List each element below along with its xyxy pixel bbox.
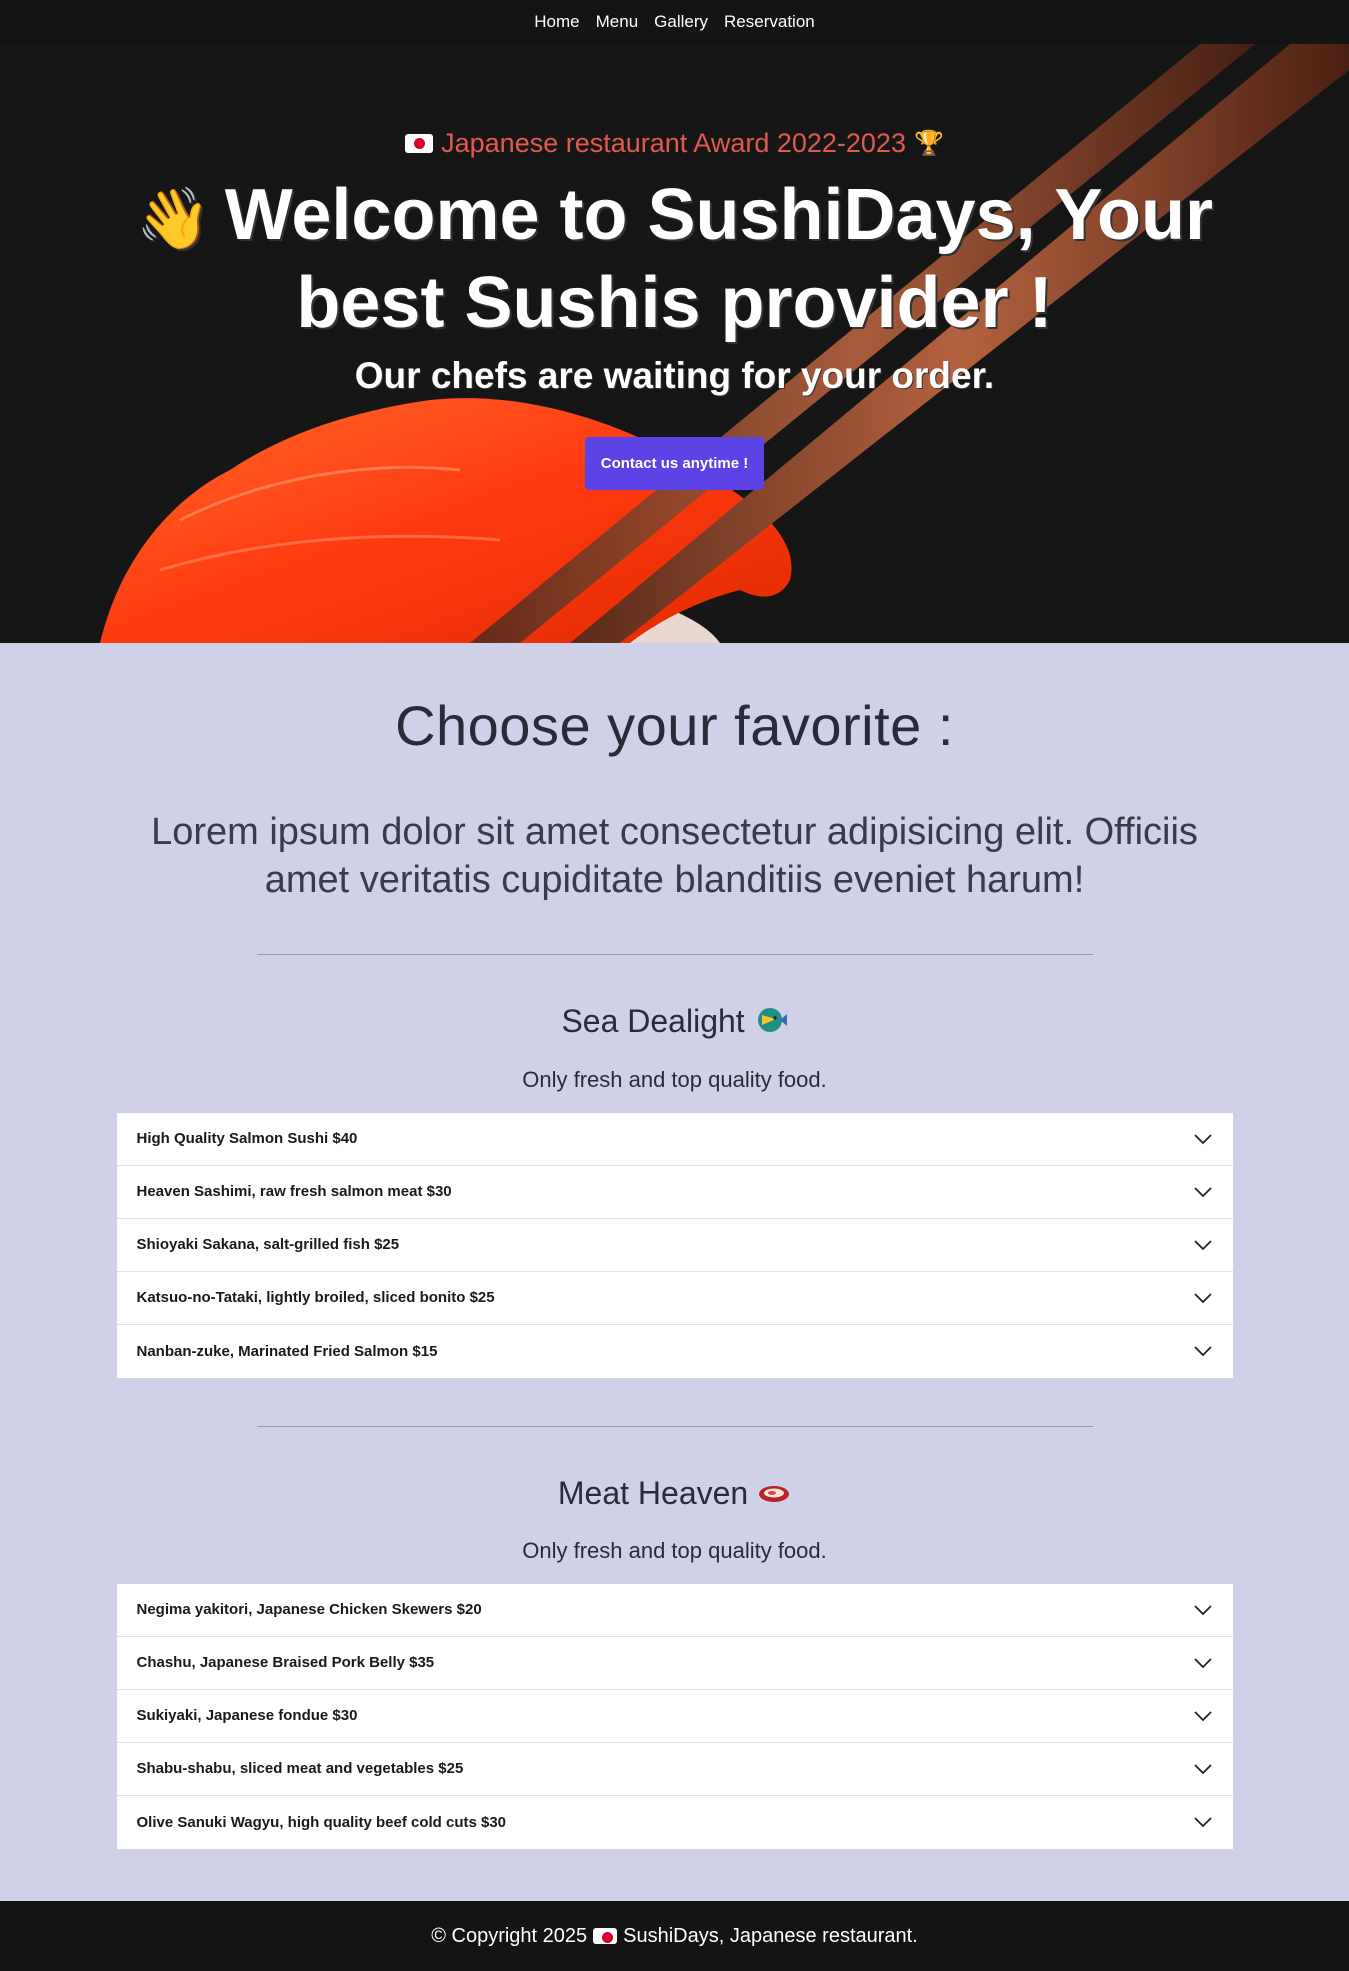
accordion-item[interactable]: Katsuo-no-Tataki, lightly broiled, slice… xyxy=(116,1272,1233,1325)
waving-hand-icon: 👋 xyxy=(136,185,211,252)
top-nav: Home Menu Gallery Reservation xyxy=(0,0,1349,44)
chevron-down-icon xyxy=(1193,1817,1212,1828)
accordion-item[interactable]: Shioyaki Sakana, salt-grilled fish $25 xyxy=(116,1219,1233,1272)
award-text: Japanese restaurant Award 2022-2023 xyxy=(441,128,906,158)
japan-flag-icon xyxy=(593,1928,618,1944)
headline-line-1: Welcome to SushiDays, Your xyxy=(224,175,1213,255)
hero-headline: 👋 Welcome to SushiDays, Your best Sushis … xyxy=(0,173,1349,345)
award-line: Japanese restaurant Award 2022-2023 🏆 xyxy=(0,128,1349,159)
divider xyxy=(256,954,1093,955)
section-subtitle-meat: Only fresh and top quality food. xyxy=(522,1537,827,1563)
accordion-meat: Negima yakitori, Japanese Chicken Skewer… xyxy=(116,1583,1233,1849)
copyright-text: © Copyright 2025 xyxy=(431,1924,588,1947)
chevron-down-icon xyxy=(1193,1604,1212,1615)
accordion-item[interactable]: Olive Sanuki Wagyu, high quality beef co… xyxy=(117,1796,1233,1849)
accordion-item[interactable]: Chashu, Japanese Braised Pork Belly $35 xyxy=(116,1637,1233,1690)
nav-reservation-link[interactable]: Reservation xyxy=(724,12,815,32)
chevron-down-icon xyxy=(1193,1346,1212,1357)
chevron-down-icon xyxy=(1193,1186,1212,1197)
hero-subhead: Our chefs are waiting for your order. xyxy=(354,355,995,396)
footer: © Copyright 2025 SushiDays, Japanese res… xyxy=(0,1901,1349,1971)
japan-flag-icon xyxy=(405,134,434,153)
chevron-down-icon xyxy=(1193,1239,1212,1250)
chevron-down-icon xyxy=(1193,1133,1212,1144)
choose-title: Choose your favorite : xyxy=(395,694,954,757)
fish-icon xyxy=(754,1005,788,1043)
nav-menu-link[interactable]: Menu xyxy=(596,12,639,32)
nav-home-link[interactable]: Home xyxy=(534,12,579,32)
contact-button[interactable]: Contact us anytime ! xyxy=(584,437,765,490)
headline-line-2: best Sushis provider ! xyxy=(296,263,1053,343)
meat-icon xyxy=(757,1477,791,1514)
chevron-down-icon xyxy=(1193,1763,1212,1774)
trophy-icon: 🏆 xyxy=(913,130,944,157)
chevron-down-icon xyxy=(1193,1292,1212,1303)
menu-main: Choose your favorite : Lorem ipsum dolor… xyxy=(0,643,1349,1849)
accordion-sea: High Quality Salmon Sushi $40 Heaven Sas… xyxy=(116,1112,1233,1378)
chevron-down-icon xyxy=(1193,1657,1212,1668)
section-title-sea: Sea Dealight xyxy=(0,1003,1349,1043)
section-title-meat: Meat Heaven xyxy=(0,1475,1349,1514)
hero-section: Japanese restaurant Award 2022-2023 🏆 👋 W… xyxy=(0,0,1349,643)
divider xyxy=(256,1425,1093,1427)
lead-text: Lorem ipsum dolor sit amet consectetur a… xyxy=(151,811,1198,901)
footer-name: SushiDays, Japanese restaurant. xyxy=(623,1924,918,1947)
accordion-item[interactable]: Shabu-shabu, sliced meat and vegetables … xyxy=(116,1743,1233,1796)
accordion-item[interactable]: Heaven Sashimi, raw fresh salmon meat $3… xyxy=(116,1166,1233,1219)
nav-gallery-link[interactable]: Gallery xyxy=(654,12,708,32)
section-subtitle-sea: Only fresh and top quality food. xyxy=(522,1066,827,1092)
accordion-item[interactable]: Negima yakitori, Japanese Chicken Skewer… xyxy=(116,1584,1233,1637)
accordion-item[interactable]: High Quality Salmon Sushi $40 xyxy=(116,1113,1233,1166)
chevron-down-icon xyxy=(1193,1710,1212,1721)
accordion-item[interactable]: Nanban-zuke, Marinated Fried Salmon $15 xyxy=(117,1325,1233,1378)
accordion-item[interactable]: Sukiyaki, Japanese fondue $30 xyxy=(116,1690,1233,1743)
